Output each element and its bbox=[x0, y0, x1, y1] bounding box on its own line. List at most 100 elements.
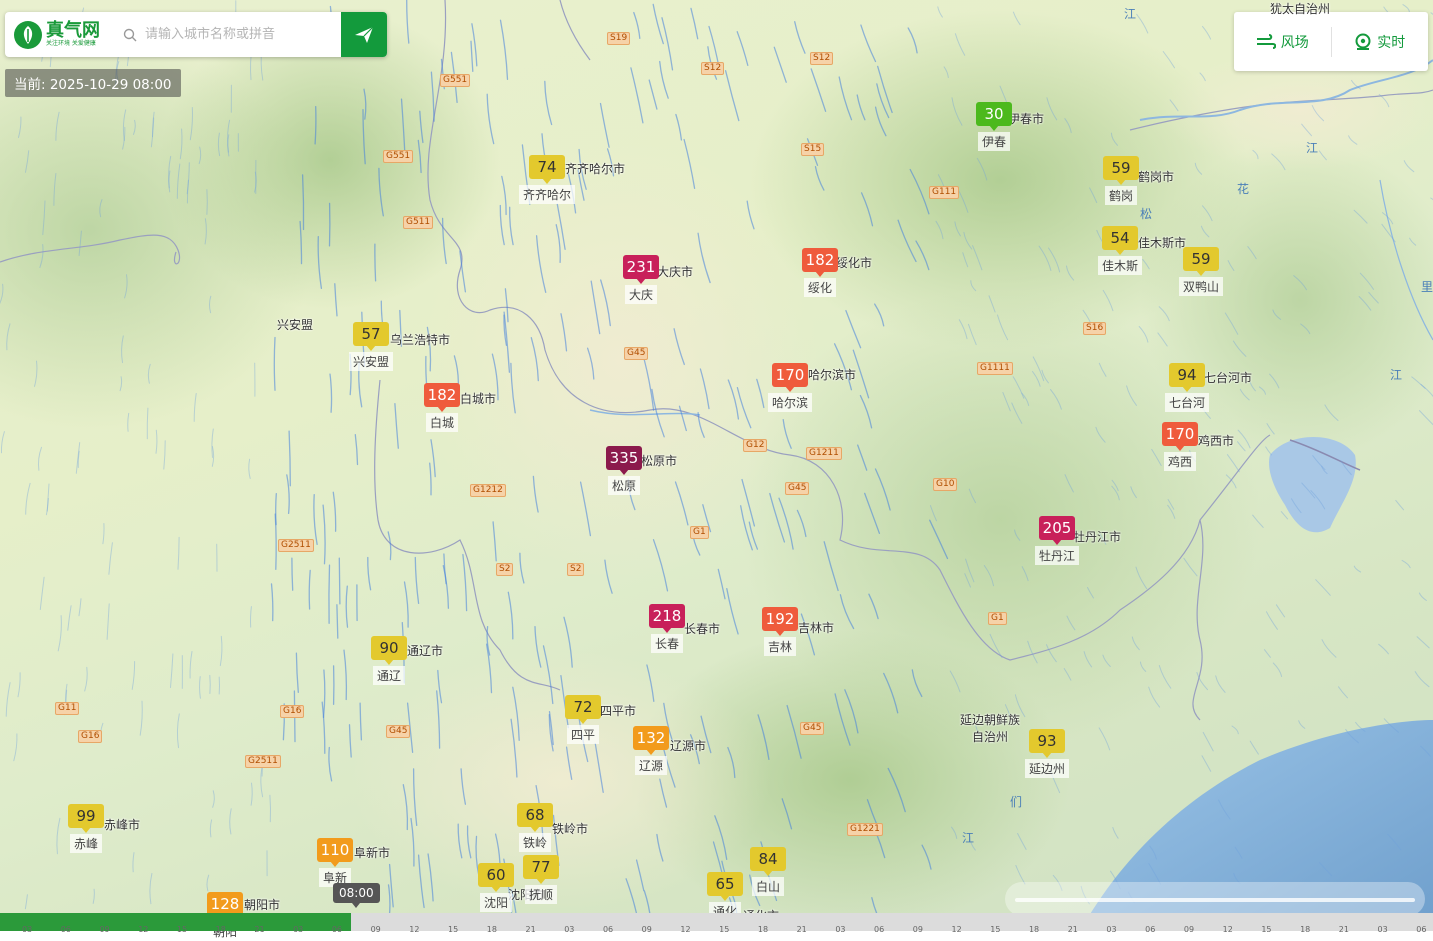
aqi-value[interactable]: 182 bbox=[802, 248, 838, 272]
wind-streamline bbox=[1417, 637, 1429, 648]
wind-streamline bbox=[898, 220, 916, 261]
aqi-value[interactable]: 182 bbox=[424, 383, 460, 407]
aqi-value[interactable]: 231 bbox=[623, 255, 659, 279]
playback-control[interactable] bbox=[1005, 882, 1425, 916]
aqi-marker[interactable]: 68 铁岭 bbox=[517, 803, 553, 852]
wind-streamline bbox=[984, 566, 993, 586]
aqi-value[interactable]: 205 bbox=[1039, 516, 1075, 540]
aqi-marker[interactable]: 94七台河 bbox=[1165, 363, 1209, 412]
aqi-value[interactable]: 59 bbox=[1103, 156, 1139, 180]
aqi-marker[interactable]: 170鸡西 bbox=[1162, 422, 1198, 471]
wind-streamline bbox=[420, 111, 423, 142]
wind-streamline bbox=[1232, 726, 1238, 734]
wind-streamline bbox=[125, 275, 127, 298]
wind-streamline bbox=[493, 522, 496, 561]
wind-streamline bbox=[840, 595, 853, 629]
wind-streamline bbox=[388, 532, 391, 560]
wind-layer-label: 风场 bbox=[1281, 32, 1309, 52]
aqi-value[interactable]: 30 bbox=[976, 102, 1012, 126]
site-logo[interactable]: 真气网 关注环境 关爱健康 bbox=[5, 12, 115, 57]
aqi-marker[interactable]: 57兴安盟 bbox=[349, 322, 393, 371]
aqi-value[interactable]: 74 bbox=[529, 155, 565, 179]
search-icon bbox=[123, 28, 137, 42]
wind-streamline bbox=[292, 558, 293, 590]
aqi-marker[interactable]: 74齐齐哈尔 bbox=[519, 155, 575, 204]
aqi-value[interactable]: 60 bbox=[478, 863, 514, 887]
place-label: 绥化市 bbox=[836, 254, 872, 271]
search-go-button[interactable] bbox=[341, 12, 387, 57]
aqi-value[interactable]: 170 bbox=[772, 363, 808, 387]
aqi-marker[interactable]: 192吉林 bbox=[762, 607, 798, 656]
aqi-marker[interactable]: 231大庆 bbox=[623, 255, 659, 304]
aqi-marker[interactable]: 60沈阳 bbox=[478, 863, 514, 912]
wind-streamline bbox=[1131, 487, 1137, 498]
station-name: 白城 bbox=[426, 413, 458, 432]
wind-layer-button[interactable]: 风场 bbox=[1234, 32, 1331, 52]
aqi-marker[interactable]: 90通辽 bbox=[371, 636, 407, 685]
aqi-marker[interactable]: 132辽源 bbox=[633, 726, 669, 775]
wind-streamline bbox=[1227, 455, 1239, 472]
wind-streamline bbox=[1339, 687, 1348, 698]
aqi-value[interactable]: 110 bbox=[317, 838, 353, 862]
aqi-value[interactable]: 218 bbox=[649, 604, 685, 628]
road-shield: G45 bbox=[785, 482, 809, 495]
aqi-marker[interactable]: 99赤峰 bbox=[68, 804, 104, 853]
aqi-value[interactable]: 90 bbox=[371, 636, 407, 660]
aqi-value[interactable]: 54 bbox=[1102, 226, 1138, 250]
wind-streamline bbox=[931, 506, 937, 521]
place-label: 鸡西市 bbox=[1198, 432, 1234, 449]
aqi-marker[interactable]: 218长春 bbox=[649, 604, 685, 653]
aqi-marker[interactable]: 30伊春 bbox=[976, 102, 1012, 151]
aqi-value[interactable]: 65 bbox=[707, 872, 743, 896]
aqi-marker[interactable]: 54佳木斯 bbox=[1098, 226, 1142, 275]
place-label: 延边朝鲜族自治州 bbox=[955, 711, 1025, 745]
aqi-value[interactable]: 94 bbox=[1169, 363, 1205, 387]
aqi-value[interactable]: 84 bbox=[750, 847, 786, 871]
aqi-value[interactable]: 59 bbox=[1183, 247, 1219, 271]
wind-streamline bbox=[460, 251, 466, 292]
aqi-value[interactable]: 57 bbox=[353, 322, 389, 346]
timeline-tick: 09 bbox=[1184, 925, 1194, 934]
wind-streamline bbox=[591, 281, 600, 333]
aqi-value[interactable]: 72 bbox=[565, 695, 601, 719]
wind-streamline bbox=[1012, 403, 1022, 423]
aqi-marker[interactable]: 84白山 bbox=[750, 847, 786, 896]
aqi-value[interactable]: 77 bbox=[523, 855, 559, 879]
wind-streamline bbox=[350, 725, 352, 757]
aqi-marker[interactable]: 170哈尔滨 bbox=[768, 363, 812, 412]
aqi-marker[interactable]: 59双鸭山 bbox=[1179, 247, 1223, 296]
realtime-layer-button[interactable]: 实时 bbox=[1332, 32, 1429, 52]
wind-streamline bbox=[1028, 641, 1038, 663]
aqi-value[interactable]: 99 bbox=[68, 804, 104, 828]
aqi-marker[interactable]: 110阜新 bbox=[317, 838, 353, 887]
aqi-value[interactable]: 93 bbox=[1029, 729, 1065, 753]
wind-streamline bbox=[431, 440, 435, 477]
aqi-marker[interactable]: 77抚顺 bbox=[523, 855, 559, 904]
aqi-marker[interactable]: 205牡丹江 bbox=[1035, 516, 1079, 565]
wind-streamline bbox=[418, 140, 421, 172]
station-name: 铁岭 bbox=[519, 833, 551, 852]
timeline-handle[interactable]: 08:00 bbox=[333, 883, 380, 903]
aqi-value[interactable]: 335 bbox=[606, 446, 642, 470]
aqi-value[interactable]: 170 bbox=[1162, 422, 1198, 446]
aqi-marker[interactable]: 182绥化 bbox=[802, 248, 838, 297]
wind-streamline bbox=[1159, 666, 1171, 689]
city-search-input[interactable] bbox=[143, 26, 327, 43]
aqi-value[interactable]: 132 bbox=[633, 726, 669, 750]
place-label: 七台河市 bbox=[1204, 369, 1252, 386]
aqi-marker[interactable]: 59鹤岗 bbox=[1103, 156, 1139, 205]
wind-streamline bbox=[654, 540, 668, 591]
aqi-marker[interactable]: 72四平 bbox=[565, 695, 601, 744]
aqi-marker[interactable]: 93延边州 bbox=[1025, 729, 1069, 778]
aqi-value[interactable]: 192 bbox=[762, 607, 798, 631]
wind-streamline bbox=[875, 304, 884, 326]
timeline-tick: 09 bbox=[642, 925, 652, 934]
map-canvas[interactable] bbox=[0, 0, 1433, 931]
aqi-marker[interactable]: 335松原 bbox=[606, 446, 642, 495]
place-label: 赤峰市 bbox=[104, 816, 140, 833]
aqi-marker[interactable]: 182 白城 bbox=[424, 383, 460, 432]
aqi-value[interactable]: 68 bbox=[517, 803, 553, 827]
wind-streamline bbox=[107, 604, 109, 639]
wind-streamline bbox=[1301, 324, 1310, 334]
wind-streamline bbox=[19, 117, 21, 138]
